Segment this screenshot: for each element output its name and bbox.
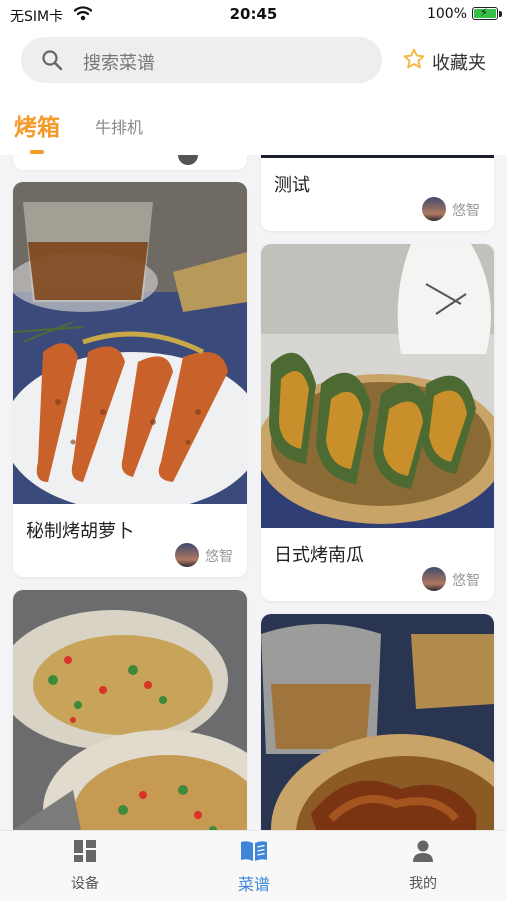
active-tab-indicator bbox=[30, 150, 44, 154]
recipe-card[interactable]: 秘制烤胡萝卜 悠智 bbox=[13, 182, 247, 577]
recipe-card-partial[interactable] bbox=[13, 155, 247, 170]
tab-steak-label: 牛排机 bbox=[95, 118, 144, 137]
tab-oven[interactable]: 烤箱 bbox=[14, 108, 60, 154]
recipe-book-icon bbox=[214, 839, 294, 867]
author-name: 悠智 bbox=[452, 203, 480, 219]
battery-tip bbox=[499, 11, 502, 17]
recipe-author: 悠智 bbox=[422, 567, 482, 591]
nav-profile-label: 我的 bbox=[409, 876, 437, 892]
header: 搜索菜谱 收藏夹 烤箱 牛排机 bbox=[0, 30, 507, 155]
status-bar: 无SIM卡 20:45 100% ⚡ bbox=[0, 0, 507, 30]
author-name: 悠智 bbox=[452, 573, 480, 589]
tab-oven-label: 烤箱 bbox=[14, 115, 60, 141]
recipe-title: 秘制烤胡萝卜 bbox=[26, 521, 134, 542]
recipe-author: 悠智 bbox=[175, 543, 235, 567]
recipe-card[interactable] bbox=[261, 614, 494, 830]
recipe-photo bbox=[261, 614, 494, 830]
bottom-nav: 设备 菜谱 我的 bbox=[0, 830, 507, 901]
avatar bbox=[178, 155, 198, 165]
recipe-grid: 测试 悠智 秘制烤胡萝卜 悠智 日式烤南瓜 悠智 bbox=[0, 155, 507, 830]
recipe-card[interactable]: 测试 悠智 bbox=[261, 155, 494, 231]
recipe-photo bbox=[261, 244, 494, 528]
battery-percent: 100% bbox=[426, 6, 467, 22]
recipe-title: 日式烤南瓜 bbox=[274, 545, 364, 566]
search-placeholder: 搜索菜谱 bbox=[83, 53, 155, 74]
avatar bbox=[422, 567, 446, 591]
nav-devices[interactable]: 设备 bbox=[45, 839, 125, 893]
battery-icon: ⚡ bbox=[472, 6, 498, 20]
nav-recipes[interactable]: 菜谱 bbox=[214, 839, 294, 895]
recipe-photo bbox=[13, 590, 247, 830]
device-grid-icon bbox=[45, 839, 125, 867]
avatar bbox=[422, 197, 446, 221]
recipe-card[interactable] bbox=[13, 590, 247, 830]
recipe-photo bbox=[13, 182, 247, 504]
search-bar[interactable]: 搜索菜谱 bbox=[21, 37, 382, 83]
recipe-author: 悠智 bbox=[422, 197, 482, 221]
nav-recipes-label: 菜谱 bbox=[237, 875, 270, 894]
recipe-title: 测试 bbox=[274, 175, 310, 196]
favorites-label: 收藏夹 bbox=[432, 53, 486, 74]
tab-steak-machine[interactable]: 牛排机 bbox=[95, 114, 143, 138]
nav-profile[interactable]: 我的 bbox=[383, 839, 463, 893]
star-icon bbox=[402, 47, 426, 75]
recipe-card[interactable]: 日式烤南瓜 悠智 bbox=[261, 244, 494, 601]
author-name: 悠智 bbox=[205, 549, 233, 565]
recipe-photo bbox=[261, 155, 494, 158]
person-icon bbox=[383, 839, 463, 867]
nav-devices-label: 设备 bbox=[71, 876, 99, 892]
avatar bbox=[175, 543, 199, 567]
search-icon bbox=[41, 49, 63, 75]
category-tabs: 烤箱 牛排机 bbox=[0, 102, 507, 155]
